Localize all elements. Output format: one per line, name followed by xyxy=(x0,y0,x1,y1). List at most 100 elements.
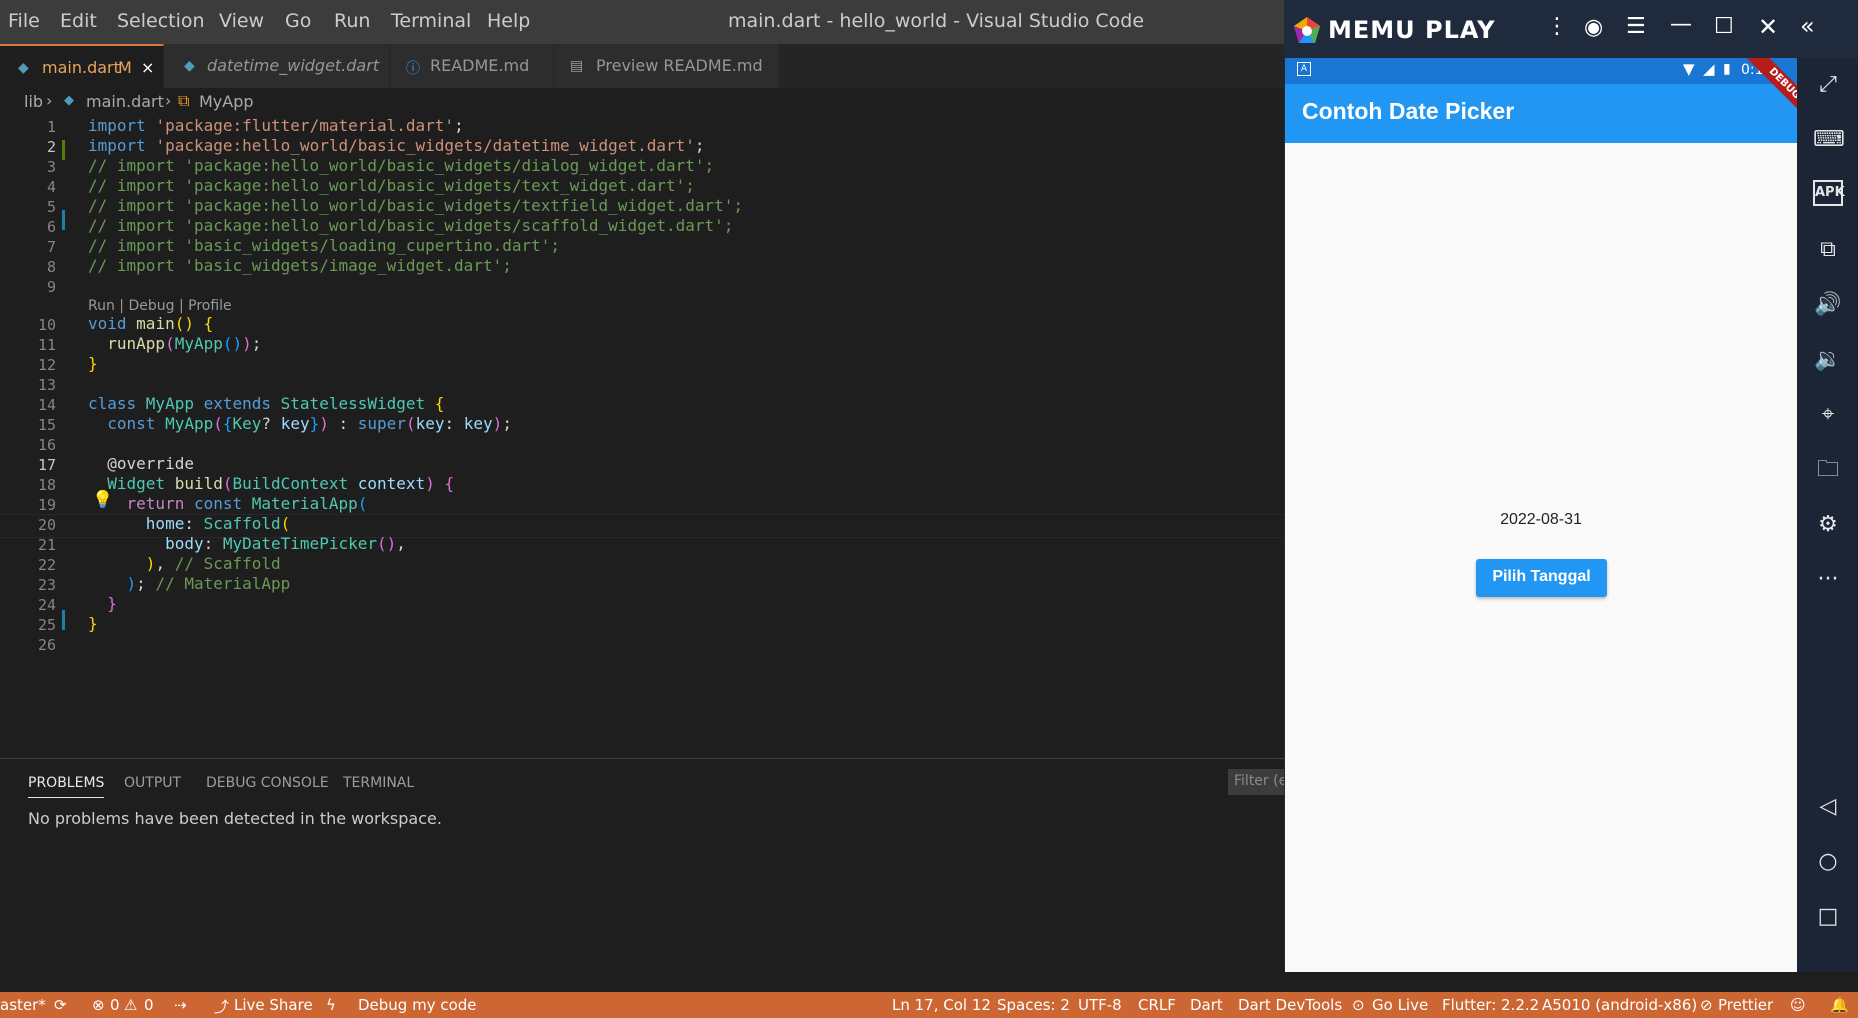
menu-view[interactable]: View xyxy=(219,10,264,32)
menu-go[interactable]: Go xyxy=(285,10,311,32)
go-live[interactable]: Go Live xyxy=(1372,996,1428,1014)
live-share-icon[interactable]: ⤴ xyxy=(214,996,229,1017)
code-token: ) xyxy=(126,574,137,593)
panel-tab-problems[interactable]: PROBLEMS xyxy=(28,775,105,798)
fullscreen-icon[interactable]: ⤢ xyxy=(1813,70,1843,100)
sync-icon[interactable]: ⟳ xyxy=(54,996,67,1014)
code-token: ) xyxy=(242,334,252,353)
cursor-position[interactable]: Ln 17, Col 12 xyxy=(892,996,991,1014)
menu-selection[interactable]: Selection xyxy=(117,10,205,32)
modified-badge: M xyxy=(118,58,132,77)
wifi-icon: ▼ xyxy=(1683,60,1695,78)
menu-help[interactable]: Help xyxy=(487,10,530,32)
menu-edit[interactable]: Edit xyxy=(60,10,97,32)
feedback-icon[interactable]: ☺ xyxy=(1790,996,1806,1014)
flutter-version[interactable]: Flutter: 2.2.2 xyxy=(1442,996,1539,1014)
panel-tab-debug-console[interactable]: DEBUG CONSOLE xyxy=(206,775,329,791)
panel-tab-terminal[interactable]: TERMINAL xyxy=(343,775,414,791)
tab-main-dart[interactable]: ◆ main.dart M × xyxy=(0,44,164,88)
line-number: 24 xyxy=(37,596,56,614)
collapse-sidebar-icon[interactable]: « xyxy=(1800,12,1815,40)
android-home-icon[interactable]: ○ xyxy=(1813,847,1843,877)
code-editor[interactable]: 💡 1 2 3 4 5 6 7 8 9 10 11 12 13 14 15 16… xyxy=(0,116,1284,758)
prettier-icon[interactable]: ⊘ xyxy=(1700,996,1713,1014)
android-recents-icon[interactable]: □ xyxy=(1813,902,1843,932)
line-ending[interactable]: CRLF xyxy=(1138,996,1176,1014)
code-line: ); // MaterialApp xyxy=(88,574,291,593)
code-token: , xyxy=(155,554,175,573)
code-token: const xyxy=(193,494,252,513)
panel-tab-output[interactable]: OUTPUT xyxy=(124,775,181,791)
code-token: ) xyxy=(145,554,156,573)
live-share[interactable]: Live Share xyxy=(234,996,313,1014)
folder-icon[interactable]: 🗀 xyxy=(1813,455,1843,485)
tab-preview-readme[interactable]: ▤ Preview README.md xyxy=(554,44,780,88)
code-token: void xyxy=(88,314,137,333)
debug-my-code[interactable]: Debug my code xyxy=(358,996,477,1014)
more-horizontal-icon[interactable]: ··· xyxy=(1813,565,1843,595)
tab-label: datetime_widget.dart xyxy=(207,56,380,75)
volume-down-icon[interactable]: 🔉 xyxy=(1813,345,1843,375)
code-token: MaterialApp xyxy=(251,494,358,513)
close-icon[interactable]: ✕ xyxy=(1758,13,1778,41)
tab-readme[interactable]: ⓘ README.md xyxy=(390,44,554,88)
git-branch[interactable]: aster* xyxy=(0,996,46,1014)
indentation[interactable]: Spaces: 2 xyxy=(997,996,1070,1014)
error-count[interactable]: 0 xyxy=(110,996,120,1014)
warning-count[interactable]: 0 xyxy=(144,996,154,1014)
line-number: 2 xyxy=(46,138,56,156)
breadcrumb-symbol[interactable]: MyApp xyxy=(199,92,254,111)
dart-devtools[interactable]: Dart DevTools xyxy=(1238,996,1342,1014)
dart-file-icon: ◆ xyxy=(184,58,195,74)
breadcrumb-file[interactable]: main.dart xyxy=(86,92,164,111)
location-icon[interactable]: ⌖ xyxy=(1813,400,1843,430)
keyboard-icon[interactable]: ⌨ xyxy=(1813,125,1845,155)
code-token: ; xyxy=(454,116,464,135)
settings-gear-icon[interactable]: ⚙ xyxy=(1813,510,1843,540)
codelens-run-debug-profile[interactable]: Run | Debug | Profile xyxy=(88,298,232,314)
debug-launch-icon[interactable]: ⇢ xyxy=(174,996,187,1014)
android-back-icon[interactable]: ◁ xyxy=(1813,792,1843,822)
device-selector[interactable]: A5010 (android-x86) xyxy=(1542,996,1697,1014)
close-tab-icon[interactable]: × xyxy=(141,58,154,77)
problems-filter-input[interactable]: Filter (e xyxy=(1228,769,1284,795)
multi-window-icon[interactable]: ⧉ xyxy=(1813,235,1843,265)
apk-install-icon[interactable]: APK xyxy=(1813,180,1845,206)
language-mode[interactable]: Dart xyxy=(1190,996,1223,1014)
more-vertical-icon[interactable]: ⋮ xyxy=(1546,14,1568,39)
code-token: { xyxy=(434,394,445,413)
broadcast-icon[interactable]: ⊙ xyxy=(1352,996,1365,1014)
menu-file[interactable]: File xyxy=(8,10,40,32)
code-token: ( xyxy=(405,414,416,433)
tab-datetime-widget[interactable]: ◆ datetime_widget.dart xyxy=(164,44,390,88)
breadcrumb: lib › ◆ main.dart › ⧉ MyApp xyxy=(0,88,1284,116)
menu-run[interactable]: Run xyxy=(334,10,370,32)
app-title: Contoh Date Picker xyxy=(1302,98,1515,124)
error-icon[interactable]: ⊗ xyxy=(92,996,105,1014)
code-token: ; xyxy=(136,574,156,593)
code-token: // import 'package:hello_world/basic_wid… xyxy=(88,196,744,215)
volume-up-icon[interactable]: 🔊 xyxy=(1813,290,1843,320)
code-line: // import 'package:hello_world/basic_wid… xyxy=(88,196,743,215)
selected-date-text: 2022-08-31 xyxy=(1500,511,1582,528)
breadcrumb-folder[interactable]: lib xyxy=(24,92,43,111)
lightning-icon[interactable]: ϟ xyxy=(326,996,336,1014)
pilih-tanggal-button[interactable]: Pilih Tanggal xyxy=(1476,559,1607,597)
hamburger-menu-icon[interactable]: ☰ xyxy=(1626,14,1646,39)
notifications-icon[interactable]: 🔔 xyxy=(1830,996,1849,1014)
line-number: 23 xyxy=(37,576,56,594)
dart-file-icon: ◆ xyxy=(18,60,29,76)
memu-logo-icon xyxy=(1294,17,1320,43)
code-token: () xyxy=(376,534,397,553)
maximize-icon[interactable]: ☐ xyxy=(1714,14,1734,39)
encoding[interactable]: UTF-8 xyxy=(1078,996,1122,1014)
line-number: 4 xyxy=(46,178,56,196)
menu-terminal[interactable]: Terminal xyxy=(391,10,471,32)
account-icon[interactable]: ◉ xyxy=(1584,15,1603,40)
warning-icon[interactable]: ⚠ xyxy=(124,996,137,1014)
minimize-icon[interactable]: — xyxy=(1670,12,1692,37)
prettier[interactable]: Prettier xyxy=(1718,996,1773,1014)
